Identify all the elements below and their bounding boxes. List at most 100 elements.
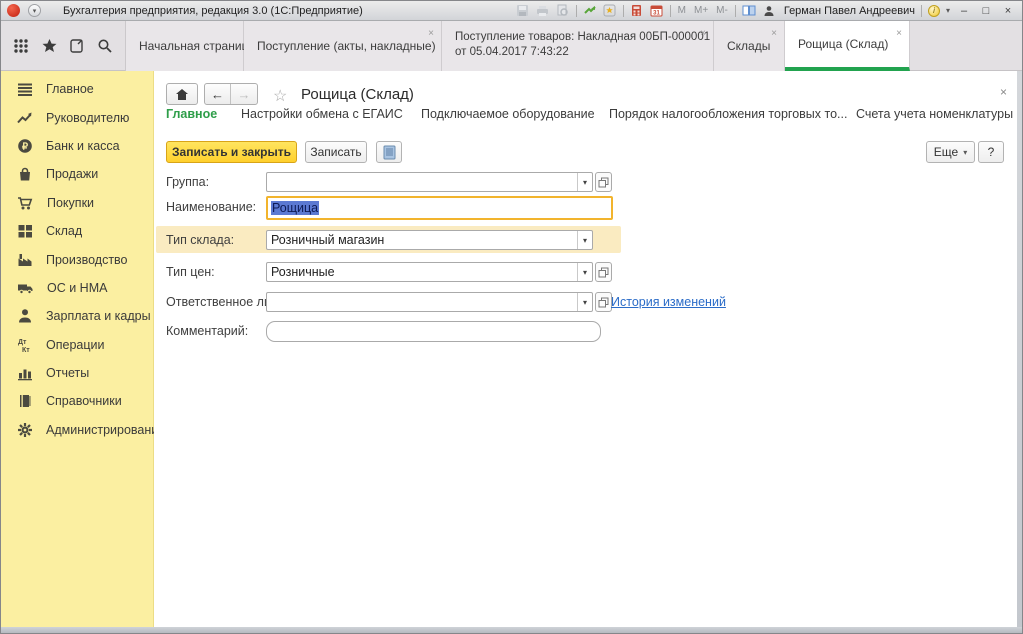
favorites-star-icon[interactable] — [41, 38, 58, 54]
tab-label: Рощица (Склад) — [798, 37, 888, 51]
sales-bag-icon — [17, 166, 33, 182]
person-icon — [17, 308, 33, 324]
toolbar-separator — [735, 5, 736, 17]
calculator-icon[interactable] — [630, 4, 644, 18]
save-and-close-button[interactable]: Записать и закрыть — [166, 141, 297, 163]
sidebar-item-purchases[interactable]: Покупки — [1, 189, 153, 217]
close-icon[interactable]: × — [700, 29, 706, 39]
warehouse-type-field[interactable]: Розничный магазин ▾ — [266, 230, 593, 250]
form-close-icon[interactable]: × — [1000, 85, 1007, 99]
responsible-person-open-button[interactable] — [595, 292, 612, 312]
close-button[interactable]: × — [1000, 5, 1016, 17]
comment-field[interactable] — [266, 321, 601, 342]
trend-chart-icon — [17, 110, 33, 126]
tab-label-line2: от 05.04.2017 7:43:22 — [455, 46, 569, 58]
sidebar-item-directories[interactable]: Справочники — [1, 387, 153, 415]
dropdown-button[interactable]: ▾ — [577, 173, 592, 191]
form-tab-item-accounts[interactable]: Счета учета номенклатуры — [856, 107, 1013, 121]
close-icon[interactable]: × — [771, 29, 777, 39]
favorites-icon[interactable] — [603, 4, 617, 18]
factory-icon — [17, 252, 33, 268]
form-tab-taxation-order[interactable]: Порядок налогообложения торговых то... — [609, 107, 847, 121]
sidebar-item-production[interactable]: Производство — [1, 245, 153, 273]
tab-roschitsa-warehouse[interactable]: Рощица (Склад) × — [785, 21, 910, 71]
toolbar-separator — [623, 5, 624, 17]
memory-subtract-button[interactable]: M- — [715, 5, 729, 16]
ledger-icon — [383, 145, 396, 160]
responsible-person-field[interactable]: ▾ — [266, 292, 593, 312]
form-tab-egais-settings[interactable]: Настройки обмена с ЕГАИС — [241, 107, 403, 121]
history-icon[interactable] — [69, 38, 85, 54]
more-button[interactable]: Еще▾ — [926, 141, 975, 163]
sidebar-item-label: Склад — [46, 224, 82, 238]
print-icon[interactable] — [536, 4, 550, 18]
form-tab-main[interactable]: Главное — [166, 107, 217, 121]
form-title: Рощица (Склад) — [301, 86, 414, 103]
system-menu-button[interactable]: ▾ — [28, 4, 41, 17]
window-frame-bottom — [1, 627, 1022, 633]
form-tab-connected-equipment[interactable]: Подключаемое оборудование — [421, 107, 595, 121]
sidebar-item-label: Производство — [46, 253, 128, 267]
truck-icon — [17, 280, 34, 296]
tab-receipts-list[interactable]: Поступление (акты, накладные) × — [244, 21, 442, 71]
maximize-button[interactable]: □ — [978, 5, 994, 17]
name-field[interactable]: Рощица — [266, 196, 613, 220]
group-open-button[interactable] — [595, 172, 612, 192]
memory-add-button[interactable]: M+ — [693, 5, 709, 16]
svg-text:Кт: Кт — [22, 347, 30, 353]
sidebar-item-salary-hr[interactable]: Зарплата и кадры — [1, 302, 153, 330]
price-type-field[interactable]: Розничные ▾ — [266, 262, 593, 282]
dropdown-button[interactable]: ▾ — [577, 231, 592, 249]
chevron-down-icon: ▾ — [33, 7, 37, 15]
warehouse-type-field-label: Тип склада: — [166, 233, 234, 247]
memory-recall-button[interactable]: M — [677, 5, 687, 16]
sidebar-item-label: Отчеты — [46, 366, 89, 380]
sidebar-item-label: Продажи — [46, 167, 98, 181]
back-button[interactable]: ← — [205, 84, 231, 104]
toolbar-separator — [576, 5, 577, 17]
group-field[interactable]: ▾ — [266, 172, 593, 192]
sidebar-item-reports[interactable]: Отчеты — [1, 359, 153, 387]
close-icon[interactable]: × — [896, 29, 902, 39]
forward-button[interactable]: → — [231, 84, 257, 104]
close-icon[interactable]: × — [428, 29, 434, 39]
history-of-changes-link[interactable]: История изменений — [611, 295, 726, 309]
split-window-icon[interactable] — [742, 4, 756, 18]
save-icon[interactable] — [516, 4, 530, 18]
save-button[interactable]: Записать — [305, 141, 367, 163]
tab-warehouses[interactable]: Склады × — [714, 21, 785, 71]
info-icon[interactable]: i — [928, 5, 940, 17]
price-type-open-button[interactable] — [595, 262, 612, 282]
home-button[interactable] — [166, 83, 198, 105]
warehouse-form: × ← → ☆ Рощица (Склад) Главное Настройки… — [154, 71, 1019, 629]
chevron-down-icon[interactable]: ▾ — [946, 6, 950, 15]
add-to-favorites-star-icon[interactable]: ☆ — [273, 86, 287, 106]
print-preview-icon[interactable] — [556, 4, 570, 18]
tab-toolbar — [1, 21, 126, 71]
sidebar-item-main[interactable]: Главное — [1, 75, 153, 103]
help-button[interactable]: ? — [978, 141, 1004, 163]
title-bar: ▾ Бухгалтерия предприятия, редакция 3.0 … — [1, 1, 1022, 21]
window-frame-right — [1017, 71, 1022, 629]
sidebar-item-bank-cash[interactable]: ₽ Банк и касса — [1, 132, 153, 160]
minimize-button[interactable]: – — [956, 5, 972, 17]
sidebar-item-administration[interactable]: Администрирование — [1, 416, 153, 444]
sidebar-item-sales[interactable]: Продажи — [1, 160, 153, 188]
sidebar-item-manager[interactable]: Руководителю — [1, 103, 153, 131]
document-register-button[interactable] — [376, 141, 402, 163]
name-field-label: Наименование: — [166, 200, 256, 214]
price-type-field-label: Тип цен: — [166, 265, 215, 279]
tab-label: Начальная страница — [139, 39, 255, 53]
tab-goods-receipt-document[interactable]: Поступление товаров: Накладная 00БП-0000… — [442, 21, 714, 71]
search-icon[interactable] — [97, 38, 113, 54]
dropdown-button[interactable]: ▾ — [577, 293, 592, 311]
comment-field-label: Комментарий: — [166, 324, 248, 338]
sidebar-item-fixed-assets[interactable]: ОС и НМА — [1, 274, 153, 302]
main-menu-icon[interactable] — [13, 38, 29, 54]
tab-home-page[interactable]: Начальная страница — [126, 21, 244, 71]
sidebar-item-operations[interactable]: ДтКт Операции — [1, 331, 153, 359]
sidebar-item-warehouse[interactable]: Склад — [1, 217, 153, 245]
calendar-icon[interactable]: 31 — [650, 4, 664, 18]
dropdown-button[interactable]: ▾ — [577, 263, 592, 281]
go-to-link-icon[interactable] — [583, 4, 597, 18]
